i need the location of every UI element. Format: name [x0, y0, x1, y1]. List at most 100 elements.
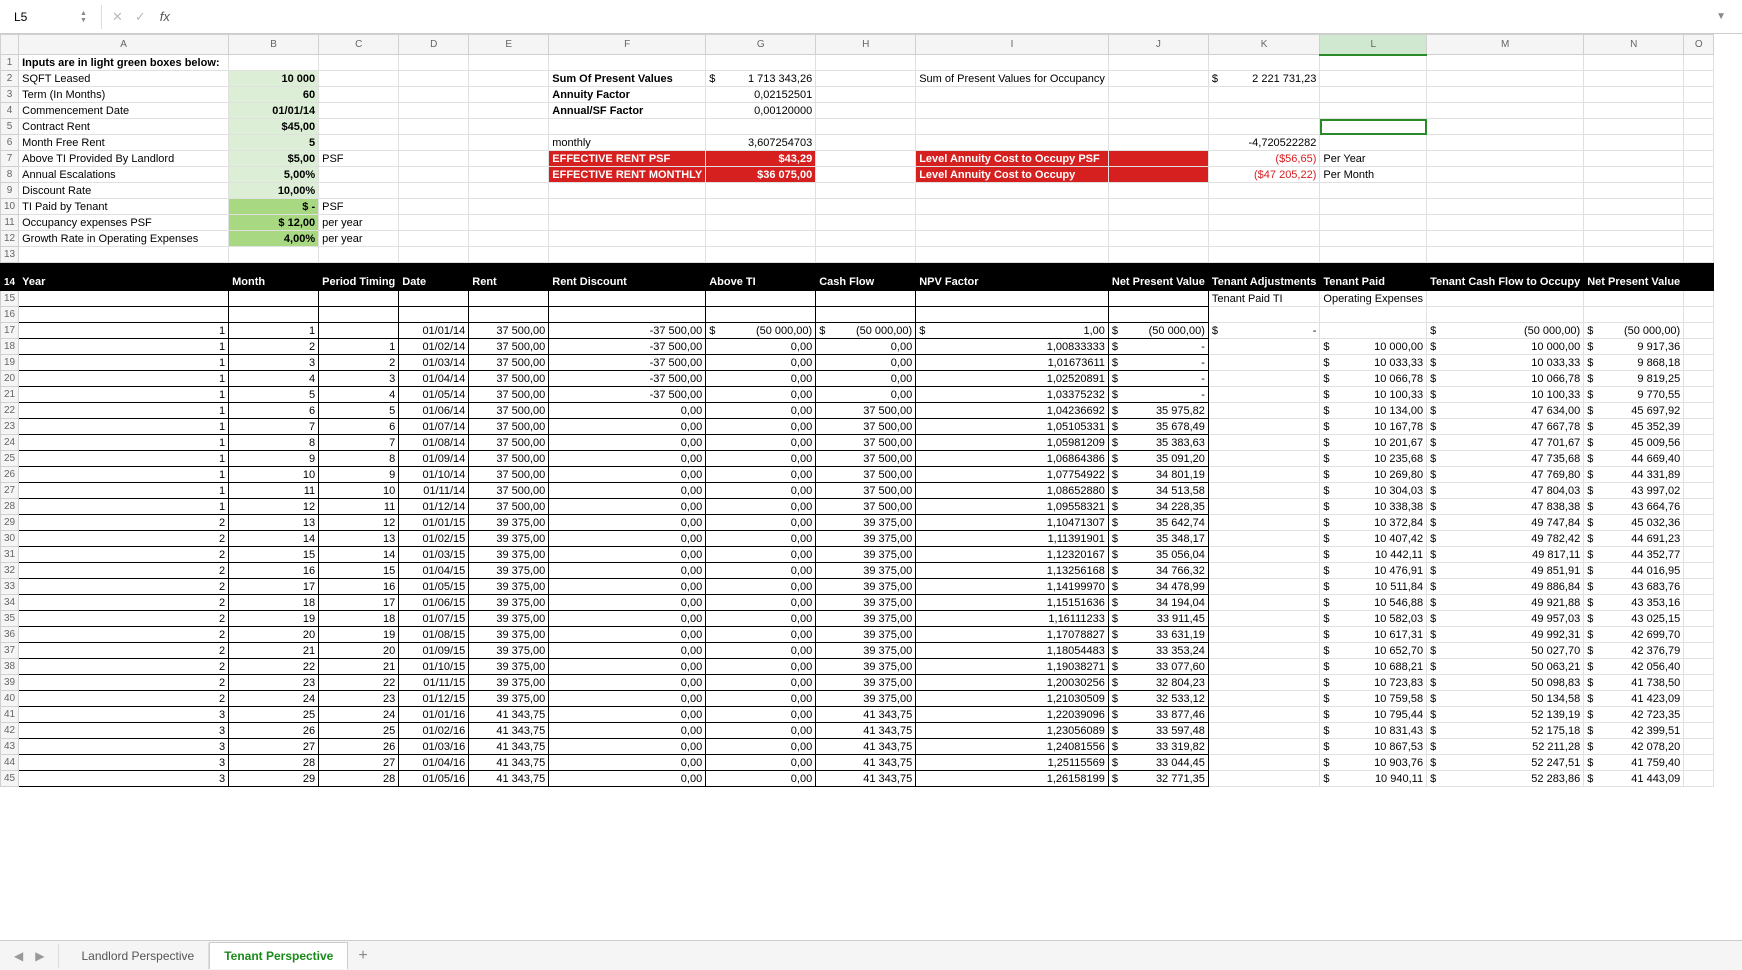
- cell[interactable]: 11: [229, 483, 319, 499]
- cell[interactable]: [1208, 739, 1320, 755]
- row-header[interactable]: 45: [1, 771, 19, 787]
- cell[interactable]: [816, 167, 916, 183]
- cell[interactable]: 4: [319, 387, 399, 403]
- cell[interactable]: $43 683,76: [1584, 579, 1684, 595]
- cell[interactable]: 41 343,75: [469, 755, 549, 771]
- cell[interactable]: 39 375,00: [816, 547, 916, 563]
- cell[interactable]: [19, 247, 229, 263]
- cell[interactable]: 0,00: [549, 643, 706, 659]
- cell[interactable]: [229, 247, 319, 263]
- cell[interactable]: [1684, 595, 1714, 611]
- cell[interactable]: 0,00: [706, 643, 816, 659]
- cell[interactable]: 0,00: [706, 499, 816, 515]
- cell[interactable]: [1684, 151, 1714, 167]
- col-header[interactable]: I: [916, 35, 1109, 55]
- cell[interactable]: [706, 183, 816, 199]
- cell[interactable]: 0,00: [706, 483, 816, 499]
- cell[interactable]: 12: [229, 499, 319, 515]
- cell[interactable]: Commencement Date: [19, 103, 229, 119]
- cell[interactable]: Tenant Paid: [1320, 263, 1427, 291]
- cell[interactable]: $10 269,80: [1320, 467, 1427, 483]
- cell[interactable]: $(50 000,00): [1427, 323, 1584, 339]
- cell[interactable]: [1684, 387, 1714, 403]
- col-header[interactable]: L: [1320, 35, 1427, 55]
- cell[interactable]: 16: [229, 563, 319, 579]
- row-header[interactable]: 16: [1, 307, 19, 323]
- cell[interactable]: $35 091,20: [1108, 451, 1208, 467]
- cell[interactable]: 8: [229, 435, 319, 451]
- cell[interactable]: [319, 291, 399, 307]
- cell[interactable]: 0,00: [549, 675, 706, 691]
- cell[interactable]: 39 375,00: [816, 659, 916, 675]
- cell[interactable]: 1,25115569: [916, 755, 1109, 771]
- cell[interactable]: 37 500,00: [469, 451, 549, 467]
- cell[interactable]: [1584, 55, 1684, 71]
- cell[interactable]: [1684, 563, 1714, 579]
- cell[interactable]: 0,00: [549, 499, 706, 515]
- cell[interactable]: [1684, 247, 1714, 263]
- cell[interactable]: 1,03375232: [916, 387, 1109, 403]
- col-header[interactable]: C: [319, 35, 399, 55]
- cell[interactable]: Rent: [469, 263, 549, 291]
- cell[interactable]: 39 375,00: [469, 531, 549, 547]
- cell[interactable]: [399, 135, 469, 151]
- cell[interactable]: [1684, 627, 1714, 643]
- cell[interactable]: [1108, 55, 1208, 71]
- row-header[interactable]: 37: [1, 643, 19, 659]
- cell[interactable]: [1320, 199, 1427, 215]
- cell[interactable]: 5: [319, 403, 399, 419]
- cell[interactable]: $35 678,49: [1108, 419, 1208, 435]
- row-header[interactable]: 30: [1, 531, 19, 547]
- cell[interactable]: [1320, 119, 1427, 135]
- cell[interactable]: Tenant Adjustments: [1208, 263, 1320, 291]
- cell[interactable]: 01/12/15: [399, 691, 469, 707]
- row-header[interactable]: 34: [1, 595, 19, 611]
- cell[interactable]: [1108, 231, 1208, 247]
- row-header[interactable]: 15: [1, 291, 19, 307]
- cell[interactable]: 0,00: [706, 771, 816, 787]
- col-header[interactable]: N: [1584, 35, 1684, 55]
- cell[interactable]: 1,13256168: [916, 563, 1109, 579]
- cell[interactable]: 15: [319, 563, 399, 579]
- cell[interactable]: $10 304,03: [1320, 483, 1427, 499]
- cell[interactable]: 0,00: [706, 611, 816, 627]
- cell[interactable]: Tenant Paid TI: [1208, 291, 1320, 307]
- cell[interactable]: [1684, 739, 1714, 755]
- cell[interactable]: [916, 247, 1109, 263]
- cell[interactable]: Discount Rate: [19, 183, 229, 199]
- cell[interactable]: ($56,65): [1208, 151, 1320, 167]
- cell[interactable]: $34 801,19: [1108, 467, 1208, 483]
- cell[interactable]: PSF: [319, 151, 399, 167]
- col-header[interactable]: H: [816, 35, 916, 55]
- cell[interactable]: $10 167,78: [1320, 419, 1427, 435]
- cell[interactable]: 13: [319, 531, 399, 547]
- cell[interactable]: $(50 000,00): [816, 323, 916, 339]
- cell[interactable]: [1684, 323, 1714, 339]
- cell[interactable]: [916, 183, 1109, 199]
- cell[interactable]: [1320, 247, 1427, 263]
- cell[interactable]: $33 077,60: [1108, 659, 1208, 675]
- row-header[interactable]: 8: [1, 167, 19, 183]
- cell[interactable]: [1684, 371, 1714, 387]
- cell[interactable]: $10 407,42: [1320, 531, 1427, 547]
- cell[interactable]: 37 500,00: [816, 467, 916, 483]
- cell[interactable]: $43 997,02: [1584, 483, 1684, 499]
- cell[interactable]: [319, 323, 399, 339]
- cell[interactable]: $-: [1108, 371, 1208, 387]
- cell[interactable]: [549, 199, 706, 215]
- cell[interactable]: EFFECTIVE RENT MONTHLY: [549, 167, 706, 183]
- cell[interactable]: $50 063,21: [1427, 659, 1584, 675]
- cell[interactable]: 01/05/14: [399, 387, 469, 403]
- cell[interactable]: 39 375,00: [816, 515, 916, 531]
- cell[interactable]: [706, 307, 816, 323]
- cell[interactable]: Term (In Months): [19, 87, 229, 103]
- cell[interactable]: [469, 215, 549, 231]
- cell[interactable]: [469, 231, 549, 247]
- cell[interactable]: 3,607254703: [706, 135, 816, 151]
- cell[interactable]: $10 235,68: [1320, 451, 1427, 467]
- cell[interactable]: 1: [19, 323, 229, 339]
- cell[interactable]: 39 375,00: [469, 627, 549, 643]
- cell[interactable]: [1684, 307, 1714, 323]
- cell[interactable]: $10 000,00: [1427, 339, 1584, 355]
- cell[interactable]: [399, 291, 469, 307]
